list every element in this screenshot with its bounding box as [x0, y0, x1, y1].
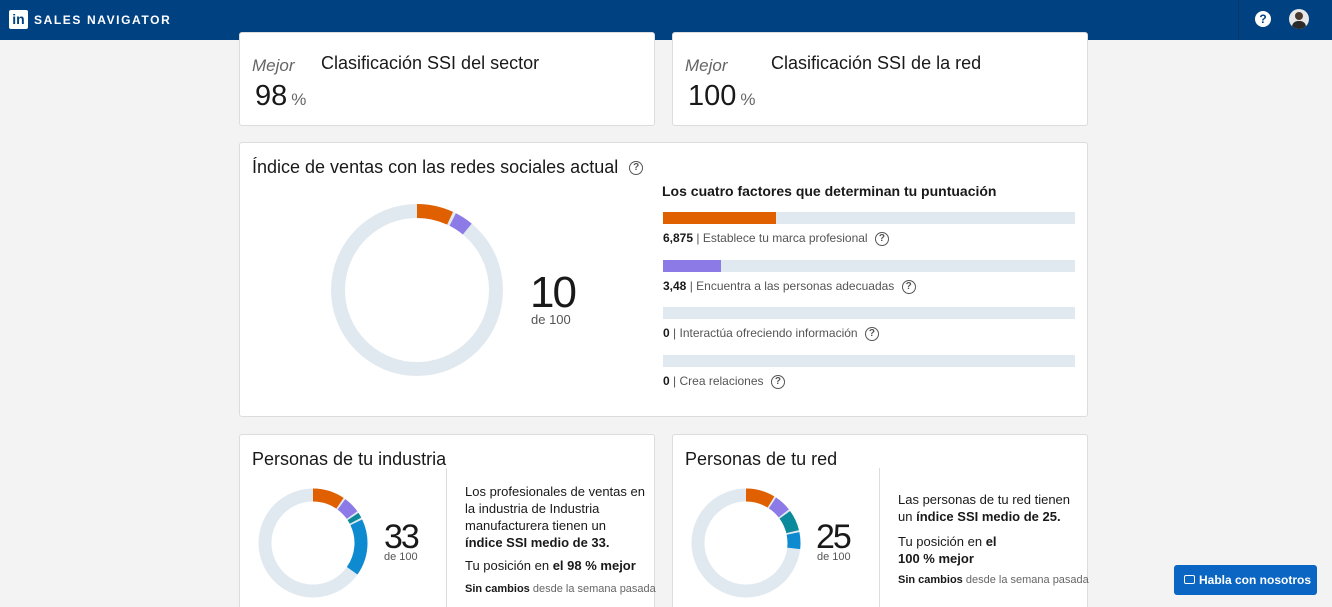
factor-engage-label: 0 | Interactúa ofreciendo información ? — [663, 326, 879, 341]
factor-brand-text: | Establece tu marca profesional — [696, 231, 868, 245]
avatar[interactable] — [1289, 9, 1309, 29]
industry-donut-segment-0 — [312, 488, 344, 509]
factor-brand-value: 6,875 — [663, 231, 694, 245]
industry-rank-title: Clasificación SSI del sector — [321, 53, 540, 73]
network-position-bold-2: 100 % mejor — [898, 551, 974, 566]
network-donut-segments — [745, 488, 801, 550]
industry-rank-value: 98% — [255, 80, 306, 113]
network-divider — [879, 468, 880, 607]
factor-relations-label: 0 | Crea relaciones ? — [663, 374, 785, 389]
ssi-help-icon[interactable]: ? — [629, 161, 644, 176]
network-donut-segment-3 — [786, 532, 801, 550]
avatar-head — [1295, 12, 1303, 20]
top-navigation-bar: in SALES NAVIGATOR ? — [0, 0, 1332, 40]
industry-divider — [446, 468, 447, 607]
factor-people-label: 3,48 | Encuentra a las personas adecuada… — [663, 279, 916, 294]
factor-relations-bar — [663, 355, 1075, 367]
factor-people-text: | Encuentra a las personas adecuadas — [689, 279, 895, 293]
industry-donut-segments — [312, 488, 368, 575]
factor-relations-value: 0 — [663, 374, 670, 388]
factor-engage-bar — [663, 307, 1075, 319]
factor-people-value: 3,48 — [663, 279, 687, 293]
chat-button[interactable]: Habla con nosotros — [1174, 565, 1317, 595]
factor-brand-bar-fill — [663, 212, 777, 224]
industry-change-text: desde la semana pasada — [532, 583, 656, 595]
industry-people-title: Personas de tu industria — [252, 449, 447, 469]
factor-engage-help-icon[interactable]: ? — [864, 326, 879, 341]
linkedin-logo-icon[interactable]: in — [9, 10, 28, 29]
network-donut-segment-1 — [768, 497, 789, 518]
factor-people-bar — [663, 260, 1075, 272]
ssi-score-sub: de 100 — [531, 312, 571, 327]
network-change-bold: Sin cambios — [898, 574, 963, 586]
avatar-body — [1292, 21, 1306, 29]
network-position-prefix: Tu posición en — [898, 534, 983, 549]
industry-rank-best-label: Mejor — [252, 56, 295, 75]
network-rank-unit: % — [740, 90, 756, 109]
network-rank-best-label: Mejor — [685, 56, 728, 75]
factor-engage-value: 0 — [663, 326, 670, 340]
network-donut-segment-0 — [745, 488, 775, 508]
network-change: Sin cambios desde la semana pasada — [898, 574, 1089, 586]
industry-score-sub: de 100 — [384, 551, 418, 563]
industry-desc-bold: índice SSI medio de 33. — [465, 535, 610, 550]
industry-position-prefix: Tu posición en — [465, 558, 550, 573]
network-people-title: Personas de tu red — [685, 449, 838, 469]
factor-brand-bar — [663, 212, 1075, 224]
industry-position: Tu posición en el 98 % mejor — [465, 557, 636, 574]
ssi-donut-segment-0 — [416, 204, 454, 225]
network-rank-number: 100 — [688, 80, 737, 112]
industry-position-bold: el 98 % mejor — [552, 558, 636, 573]
network-desc-bold: índice SSI medio de 25. — [916, 509, 1061, 524]
industry-description: Los profesionales de ventas en la indust… — [465, 483, 645, 551]
network-score-sub: de 100 — [817, 551, 851, 563]
network-donut-segment-2 — [779, 510, 799, 534]
factor-engage-text: | Interactúa ofreciendo información — [673, 326, 858, 340]
network-position: Tu posición en el 100 % mejor — [898, 533, 1078, 567]
network-change-text: desde la semana pasada — [965, 574, 1089, 586]
network-donut-chart — [691, 488, 801, 598]
industry-desc-text: Los profesionales de ventas en la indust… — [465, 484, 645, 533]
factor-people-help-icon[interactable]: ? — [901, 279, 916, 294]
ssi-donut-chart — [331, 204, 503, 376]
topbar-divider — [1238, 0, 1239, 40]
network-description: Las personas de tu red tienen un índice … — [898, 491, 1078, 525]
industry-donut-segment-1 — [337, 499, 358, 520]
chat-icon — [1184, 575, 1195, 584]
industry-change: Sin cambios desde la semana pasada — [465, 583, 656, 595]
ssi-title-text: Índice de ventas con las redes sociales … — [252, 157, 619, 177]
network-position-bold-1: el — [985, 534, 997, 549]
ssi-donut-segment-1 — [449, 213, 472, 235]
factor-brand-label: 6,875 | Establece tu marca profesional ? — [663, 231, 889, 246]
industry-donut-chart — [258, 488, 368, 598]
industry-change-bold: Sin cambios — [465, 583, 530, 595]
chat-button-label: Habla con nosotros — [1199, 573, 1312, 587]
ssi-donut-track — [331, 204, 503, 376]
ssi-score: 10 — [530, 268, 577, 317]
industry-donut-segment-3 — [346, 519, 368, 575]
factors-title: Los cuatro factores que determinan tu pu… — [662, 183, 997, 199]
industry-rank-unit: % — [291, 90, 307, 109]
factor-people-bar-fill — [663, 260, 721, 272]
factor-relations-help-icon[interactable]: ? — [770, 374, 785, 389]
industry-donut-segment-2 — [347, 512, 362, 524]
ssi-donut-segments — [416, 204, 472, 235]
brand-name[interactable]: SALES NAVIGATOR — [34, 13, 171, 27]
factor-relations-text: | Crea relaciones — [673, 374, 764, 388]
help-icon[interactable]: ? — [1255, 11, 1271, 27]
factor-brand-help-icon[interactable]: ? — [874, 231, 889, 246]
network-rank-value: 100% — [688, 80, 756, 113]
industry-rank-number: 98 — [255, 80, 288, 112]
network-rank-title: Clasificación SSI de la red — [771, 53, 982, 73]
ssi-title: Índice de ventas con las redes sociales … — [252, 157, 644, 178]
